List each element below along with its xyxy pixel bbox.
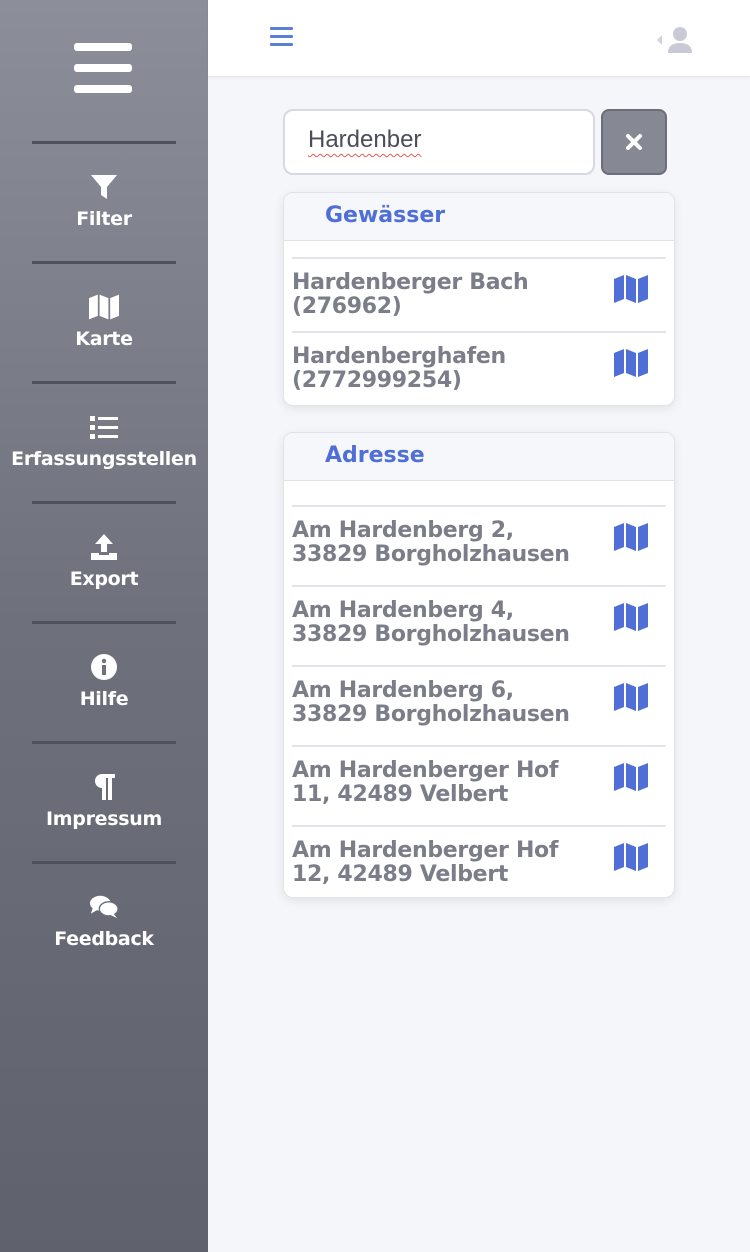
result-item[interactable]: Hardenberger Bach (276962) bbox=[292, 257, 666, 331]
group-title: Gewässer bbox=[284, 193, 674, 241]
top-bar bbox=[208, 0, 750, 77]
sidebar-item-feedback[interactable]: Feedback bbox=[0, 866, 208, 976]
sidebar-divider bbox=[32, 741, 176, 744]
map-icon[interactable] bbox=[614, 603, 648, 631]
sidebar: Filter Karte Erfassungsstellen Export Hi… bbox=[0, 0, 208, 1252]
group-title: Adresse bbox=[284, 433, 674, 481]
sidebar-menu-icon[interactable] bbox=[74, 43, 132, 93]
upload-icon bbox=[89, 532, 119, 562]
results-group-adresse: Adresse Am Hardenberg 2, 33829 Borgholzh… bbox=[283, 432, 675, 898]
info-icon bbox=[89, 652, 119, 682]
results-group-gewaesser: Gewässer Hardenberger Bach (276962) Hard… bbox=[283, 192, 675, 406]
sidebar-item-karte[interactable]: Karte bbox=[0, 266, 208, 376]
result-label: Hardenberghafen (2772999254) bbox=[292, 344, 506, 393]
comments-icon bbox=[89, 892, 119, 922]
sidebar-item-label: Export bbox=[69, 568, 139, 590]
result-label: Am Hardenberg 6, 33829 Borgholzhausen bbox=[292, 678, 570, 727]
list-icon bbox=[89, 412, 119, 442]
result-label: Am Hardenberg 4, 33829 Borgholzhausen bbox=[292, 598, 570, 647]
result-item[interactable]: Am Hardenberger Hof 11, 42489 Velbert bbox=[292, 745, 666, 825]
sidebar-divider bbox=[32, 501, 176, 504]
result-item[interactable]: Hardenberghafen (2772999254) bbox=[292, 331, 666, 405]
sidebar-item-erfassungsstellen[interactable]: Erfassungsstellen bbox=[0, 386, 208, 496]
map-icon[interactable] bbox=[614, 843, 648, 871]
map-icon bbox=[89, 292, 119, 322]
sidebar-item-label: Hilfe bbox=[79, 688, 129, 710]
sidebar-item-label: Feedback bbox=[54, 928, 154, 950]
sidebar-divider bbox=[32, 261, 176, 264]
map-icon[interactable] bbox=[614, 275, 648, 303]
result-item[interactable]: Am Hardenberg 6, 33829 Borgholzhausen bbox=[292, 665, 666, 745]
clear-search-button[interactable] bbox=[601, 109, 667, 175]
result-label: Am Hardenberger Hof 11, 42489 Velbert bbox=[292, 758, 559, 807]
result-label: Am Hardenberger Hof 12, 42489 Velbert bbox=[292, 838, 559, 887]
sidebar-divider bbox=[32, 381, 176, 384]
sidebar-item-impressum[interactable]: Impressum bbox=[0, 746, 208, 856]
result-item[interactable]: Am Hardenberg 4, 33829 Borgholzhausen bbox=[292, 585, 666, 665]
result-item[interactable]: Am Hardenberg 2, 33829 Borgholzhausen bbox=[292, 505, 666, 585]
result-label: Hardenberger Bach (276962) bbox=[292, 270, 529, 319]
result-label: Am Hardenberg 2, 33829 Borgholzhausen bbox=[292, 518, 570, 567]
sidebar-item-filter[interactable]: Filter bbox=[0, 146, 208, 256]
user-icon bbox=[657, 27, 692, 53]
sidebar-item-export[interactable]: Export bbox=[0, 506, 208, 616]
sidebar-divider bbox=[32, 141, 176, 144]
sidebar-divider bbox=[32, 621, 176, 624]
close-icon bbox=[626, 134, 642, 150]
result-item[interactable]: Am Hardenberger Hof 12, 42489 Velbert bbox=[292, 825, 666, 897]
search-input[interactable] bbox=[283, 109, 595, 175]
user-menu-button[interactable] bbox=[654, 25, 696, 57]
paragraph-icon bbox=[89, 772, 119, 802]
map-icon[interactable] bbox=[614, 523, 648, 551]
map-icon[interactable] bbox=[614, 763, 648, 791]
sidebar-item-label: Karte bbox=[75, 328, 133, 350]
map-icon[interactable] bbox=[614, 349, 648, 377]
sidebar-item-hilfe[interactable]: Hilfe bbox=[0, 626, 208, 736]
menu-toggle-icon[interactable] bbox=[270, 27, 293, 46]
map-icon[interactable] bbox=[614, 683, 648, 711]
sidebar-item-label: Erfassungsstellen bbox=[11, 448, 197, 470]
sidebar-item-label: Filter bbox=[76, 208, 132, 230]
sidebar-divider bbox=[32, 861, 176, 864]
filter-icon bbox=[89, 172, 119, 202]
sidebar-item-label: Impressum bbox=[46, 808, 162, 830]
